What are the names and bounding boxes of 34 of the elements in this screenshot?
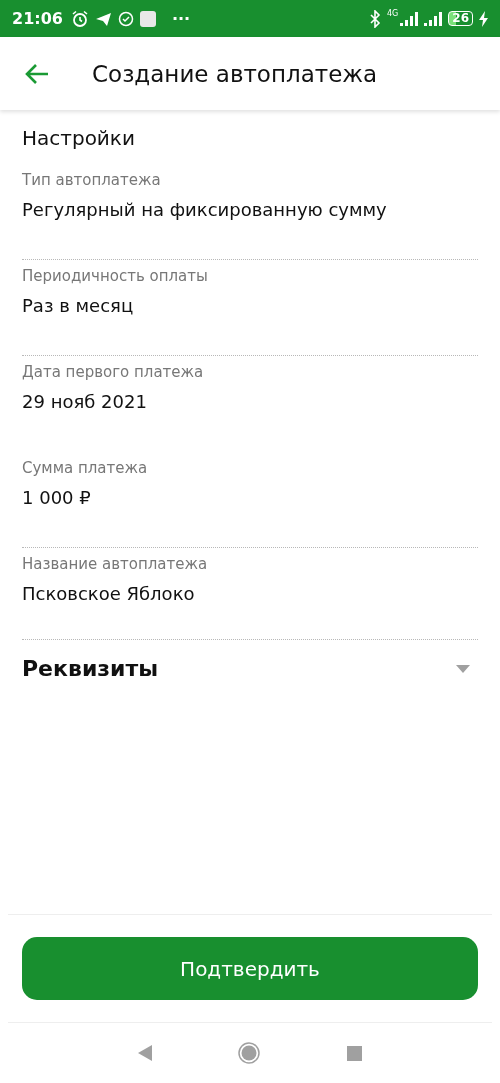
signal-icon [424, 11, 443, 26]
field-value: Псковское Яблоко [22, 583, 196, 604]
alarm-icon [70, 9, 89, 28]
charging-icon [479, 10, 488, 27]
field-label: Название автоплатежа [22, 555, 209, 573]
battery-level: 26 [448, 11, 473, 26]
signal-icon [400, 11, 419, 26]
field-value: 1 000 ₽ [22, 487, 92, 508]
field-label: Дата первого платежа [22, 363, 205, 381]
section-title: Настройки [22, 126, 136, 150]
confirm-button[interactable]: Подтвердить [22, 937, 478, 1000]
details-toggle[interactable]: Реквизиты [22, 656, 478, 681]
bluetooth-icon [369, 9, 381, 28]
field-value: Раз в месяц [22, 295, 135, 316]
home-nav-icon[interactable] [238, 1042, 261, 1064]
field-value: 29 нояб 2021 [22, 391, 148, 412]
form-field[interactable]: Сумма платежа 1 000 ₽ [22, 452, 478, 548]
field-value: Регулярный на фиксированную сумму [22, 199, 388, 220]
form-field[interactable]: Название автоплатежа Псковское Яблоко [22, 548, 478, 640]
page-title: Создание автоплатежа [92, 60, 378, 87]
field-label: Периодичность оплаты [22, 267, 209, 285]
send-icon [94, 10, 112, 27]
back-nav-icon[interactable] [138, 1045, 153, 1061]
field-label: Сумма платежа [22, 459, 149, 477]
form-field[interactable]: Тип автоплатежа Регулярный на фиксированную сумму [22, 164, 478, 260]
field-label: Тип автоплатежа [22, 171, 162, 189]
app-icon [139, 10, 156, 27]
check-circle-icon [117, 10, 134, 27]
form-field[interactable]: Периодичность оплаты Раз в месяц [22, 260, 478, 356]
network-type: 4G [387, 9, 399, 18]
form-field[interactable]: Дата первого платежа 29 нояб 2021 [22, 356, 478, 452]
status-time: 21:06 [12, 9, 63, 28]
more-notifications: ··· [171, 9, 191, 28]
recents-nav-icon[interactable] [346, 1045, 362, 1061]
